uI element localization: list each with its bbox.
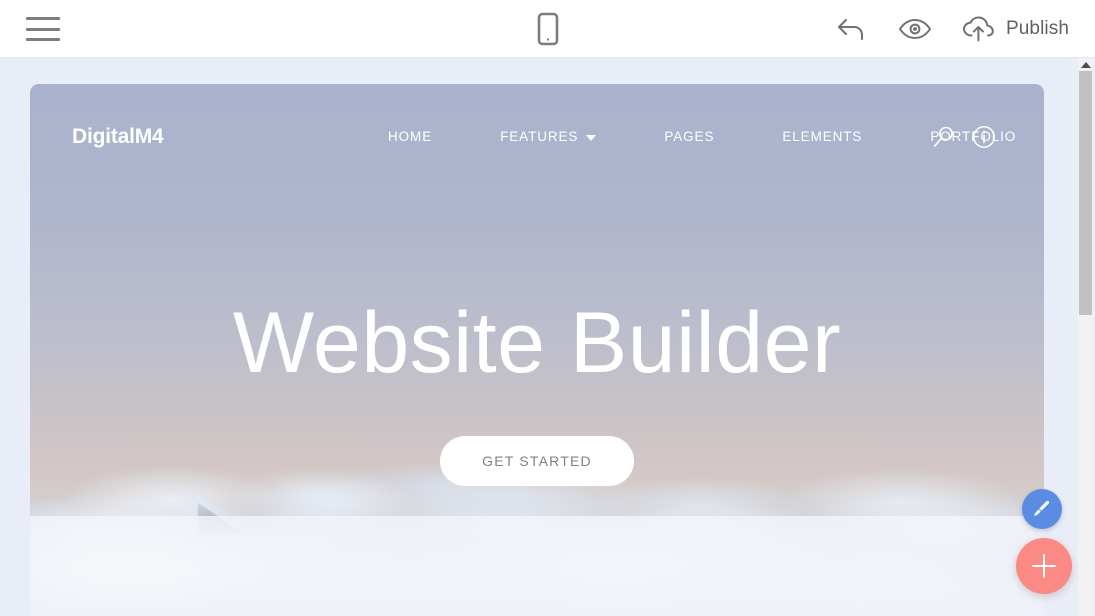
scrollbar-thumb[interactable]	[1079, 71, 1092, 315]
hamburger-line	[26, 27, 60, 31]
cloud-upload-icon	[962, 16, 994, 42]
site-menu-item-pages[interactable]: PAGES	[630, 129, 748, 144]
undo-arrow-icon	[837, 18, 864, 41]
hero-cta-wrapper: GET STARTED	[30, 436, 1044, 486]
hamburger-line	[26, 17, 60, 20]
hamburger-menu-icon[interactable]	[26, 14, 60, 44]
site-navbar: DigitalM4 HOME FEATURES PAGES ELEMENTS P…	[30, 84, 1044, 189]
scroll-up-arrow-icon[interactable]	[1080, 62, 1091, 68]
chevron-down-icon	[586, 134, 597, 141]
mountain-peak-shadow	[198, 503, 244, 534]
site-menu-label: ELEMENTS	[782, 129, 863, 144]
mobile-device-icon[interactable]	[528, 10, 568, 48]
site-menu-item-home[interactable]: HOME	[354, 129, 466, 144]
plus-icon-vertical	[1042, 554, 1046, 578]
site-menu-item-features[interactable]: FEATURES	[466, 129, 630, 144]
toolbar-actions: Publish	[820, 0, 1077, 58]
hamburger-line	[26, 38, 60, 41]
website-builder-editor: Publish DigitalM4 HOME FEATURES PAGES EL…	[0, 0, 1095, 616]
mobile-device-glyph	[537, 12, 558, 46]
site-menu-label: PAGES	[664, 129, 715, 144]
info-glyph	[973, 125, 995, 148]
preview-button[interactable]	[882, 0, 948, 58]
publish-button[interactable]: Publish	[948, 0, 1077, 58]
site-logo[interactable]: DigitalM4	[72, 125, 164, 149]
site-menu-label: FEATURES	[500, 129, 579, 144]
add-block-fab[interactable]	[1016, 538, 1072, 594]
site-menu-item-elements[interactable]: ELEMENTS	[748, 129, 896, 144]
eye-preview-icon	[898, 19, 931, 39]
hero-title: Website Builder	[232, 295, 842, 391]
site-nav-icons	[932, 125, 996, 149]
style-editor-fab[interactable]	[1022, 489, 1062, 529]
search-glyph	[933, 126, 953, 147]
publish-label: Publish	[1005, 18, 1069, 39]
get-started-button[interactable]: GET STARTED	[440, 436, 634, 486]
site-menu-label: HOME	[388, 129, 433, 144]
vertical-scrollbar[interactable]	[1078, 58, 1093, 616]
search-icon[interactable]	[932, 125, 956, 149]
editor-toolbar: Publish	[0, 0, 1095, 58]
undo-button[interactable]	[820, 0, 882, 58]
paintbrush-icon	[1034, 500, 1050, 516]
site-preview-canvas[interactable]: DigitalM4 HOME FEATURES PAGES ELEMENTS P…	[30, 84, 1044, 616]
info-icon[interactable]	[972, 125, 996, 149]
editor-canvas-area: DigitalM4 HOME FEATURES PAGES ELEMENTS P…	[0, 58, 1095, 616]
